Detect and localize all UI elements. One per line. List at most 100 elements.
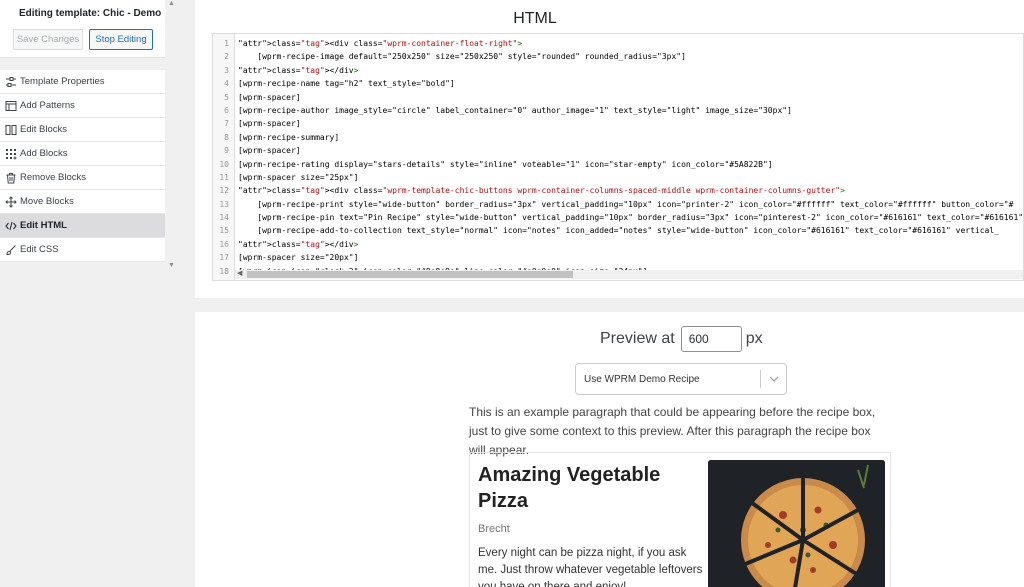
- menu-item-label: Move Blocks: [20, 196, 74, 207]
- recipe-select[interactable]: Use WPRM Demo Recipe: [575, 363, 787, 395]
- scroll-up-icon[interactable]: ▲: [167, 0, 176, 7]
- sidebar: Editing template: Chic - Demo Save Chang…: [0, 0, 180, 587]
- html-editor-panel: HTML 1 "attr">class="tag"><div class="wpr…: [195, 0, 1024, 298]
- line-content: [wprm-recipe-author image_style="circle"…: [238, 105, 792, 115]
- line-content: [wprm-spacer size="25px"]: [238, 172, 359, 182]
- code-icon: [5, 220, 17, 232]
- save-changes-button[interactable]: Save Changes: [13, 29, 83, 50]
- html-editor-title: HTML: [513, 10, 557, 27]
- code-line[interactable]: 11 [wprm-spacer size="25px"]: [213, 171, 1023, 184]
- horizontal-scrollbar[interactable]: ◀: [235, 269, 1023, 279]
- line-content: [wprm-spacer]: [238, 146, 301, 156]
- line-content: [wprm-recipe-image default="250x250" siz…: [238, 52, 686, 62]
- editing-panel: Editing template: Chic - Demo Save Chang…: [0, 0, 165, 58]
- line-number: 7: [224, 119, 229, 129]
- preview-panel: Preview at px Use WPRM Demo Recipe This …: [195, 312, 1024, 587]
- code-line[interactable]: 17 [wprm-spacer size="20px"]: [213, 251, 1023, 264]
- menu-item-edit-css[interactable]: Edit CSS: [0, 238, 165, 262]
- code-lines[interactable]: 1 "attr">class="tag"><div class="wprm-con…: [213, 37, 1023, 280]
- brush-icon: [5, 244, 17, 256]
- line-number: 9: [224, 146, 229, 156]
- code-line[interactable]: 10 [wprm-recipe-rating display="stars-det…: [213, 158, 1023, 171]
- line-number: 10: [219, 159, 229, 169]
- menu-item-label: Add Patterns: [20, 100, 75, 111]
- sidebar-scrollbar[interactable]: ▲ ▼: [167, 0, 176, 270]
- line-content: "attr">class="tag"><div class="wprm-temp…: [238, 186, 845, 196]
- code-line[interactable]: 4 [wprm-recipe-name tag="h2" text_style="…: [213, 77, 1023, 90]
- menu-item-label: Edit Blocks: [20, 124, 67, 135]
- line-content: [wprm-recipe-print style="wide-button" b…: [238, 199, 1014, 209]
- code-line[interactable]: 5 [wprm-spacer]: [213, 91, 1023, 104]
- line-content: [wprm-recipe-rating display="stars-detai…: [238, 159, 773, 169]
- line-number: 4: [224, 79, 229, 89]
- line-number: 13: [219, 199, 229, 209]
- line-number: 18: [219, 266, 229, 276]
- line-content: [wprm-spacer size="20px"]: [238, 253, 359, 263]
- preview-label: Preview at: [600, 330, 675, 347]
- menu-item-label: Template Properties: [20, 76, 105, 87]
- code-line[interactable]: 16 "attr">class="tag"></div>: [213, 238, 1023, 251]
- patterns-icon: [5, 100, 17, 112]
- menu-item-move-blocks[interactable]: Move Blocks: [0, 190, 165, 214]
- code-line[interactable]: 7 [wprm-spacer]: [213, 117, 1023, 130]
- trash-icon: [5, 172, 17, 184]
- line-number: 2: [224, 52, 229, 62]
- code-line[interactable]: 15 [wprm-recipe-add-to-collection text_s…: [213, 224, 1023, 237]
- menu-item-add-blocks[interactable]: Add Blocks: [0, 142, 165, 166]
- line-number: 3: [224, 65, 229, 75]
- line-content: "attr">class="tag"><div class="wprm-cont…: [238, 39, 523, 48]
- add-blocks-icon: [5, 148, 17, 160]
- menu-item-edit-html[interactable]: Edit HTML: [0, 214, 165, 238]
- line-content: [wprm-recipe-name tag="h2" text_style="b…: [238, 79, 455, 89]
- line-number: 5: [224, 92, 229, 102]
- menu-item-edit-blocks[interactable]: Edit Blocks: [0, 118, 165, 142]
- recipe-box: Amazing Vegetable Pizza Brecht Every nig…: [469, 452, 891, 587]
- code-line[interactable]: 14 [wprm-recipe-pin text="Pin Recipe" st…: [213, 211, 1023, 224]
- editing-title: Editing template: Chic - Demo: [19, 8, 162, 19]
- line-number: 17: [219, 253, 229, 263]
- menu-item-template-properties[interactable]: Template Properties: [0, 70, 165, 94]
- code-line[interactable]: 3 "attr">class="tag"></div>: [213, 64, 1023, 77]
- code-line[interactable]: 8 [wprm-recipe-summary]: [213, 131, 1023, 144]
- line-number: 14: [219, 213, 229, 223]
- stop-editing-button[interactable]: Stop Editing: [89, 29, 153, 50]
- template-menu: Template Properties Add Patterns Edit Bl…: [0, 70, 165, 262]
- code-editor[interactable]: 1 "attr">class="tag"><div class="wprm-con…: [212, 33, 1024, 281]
- line-number: 16: [219, 239, 229, 249]
- line-number: 15: [219, 226, 229, 236]
- code-line[interactable]: 9 [wprm-spacer]: [213, 144, 1023, 157]
- line-content: "attr">class="tag"></div>: [238, 239, 359, 249]
- line-number: 6: [224, 105, 229, 115]
- line-number: 12: [219, 186, 229, 196]
- preview-width-input[interactable]: [680, 326, 742, 352]
- line-content: [wprm-spacer]: [238, 119, 301, 129]
- menu-item-label: Edit HTML: [20, 220, 67, 231]
- code-line[interactable]: 1 "attr">class="tag"><div class="wprm-con…: [213, 37, 1023, 50]
- chevron-down-icon[interactable]: [761, 376, 786, 382]
- code-line[interactable]: 2 [wprm-recipe-image default="250x250" s…: [213, 50, 1023, 63]
- line-number: 19: [213, 278, 233, 280]
- recipe-image: [708, 460, 885, 587]
- line-content: [wprm-recipe-pin text="Pin Recipe" style…: [238, 213, 1024, 223]
- scroll-left-icon[interactable]: ◀: [237, 269, 242, 277]
- menu-item-label: Remove Blocks: [20, 172, 86, 183]
- edit-blocks-icon: [5, 124, 17, 136]
- menu-item-add-patterns[interactable]: Add Patterns: [0, 94, 165, 118]
- move-icon: [5, 195, 17, 208]
- code-line[interactable]: 6 [wprm-recipe-author image_style="circle…: [213, 104, 1023, 117]
- line-content: [wprm-recipe-summary]: [238, 132, 340, 142]
- line-content: [wprm-spacer]: [238, 92, 301, 102]
- menu-item-remove-blocks[interactable]: Remove Blocks: [0, 166, 165, 190]
- code-line[interactable]: 12 "attr">class="tag"><div class="wprm-te…: [213, 184, 1023, 197]
- line-number: 1: [224, 39, 229, 48]
- scroll-down-icon[interactable]: ▼: [167, 262, 176, 269]
- menu-item-label: Add Blocks: [20, 148, 68, 159]
- line-content: "attr">class="tag"></div>: [238, 65, 359, 75]
- scrollbar-thumb[interactable]: [247, 271, 573, 278]
- preview-unit: px: [745, 330, 763, 347]
- recipe-author: Brecht: [478, 523, 510, 535]
- recipe-select-value: Use WPRM Demo Recipe: [584, 373, 700, 385]
- code-line[interactable]: 13 [wprm-recipe-print style="wide-button…: [213, 198, 1023, 211]
- line-content: [wprm-recipe-add-to-collection text_styl…: [238, 226, 999, 236]
- recipe-summary: Every night can be pizza night, if you a…: [478, 547, 703, 587]
